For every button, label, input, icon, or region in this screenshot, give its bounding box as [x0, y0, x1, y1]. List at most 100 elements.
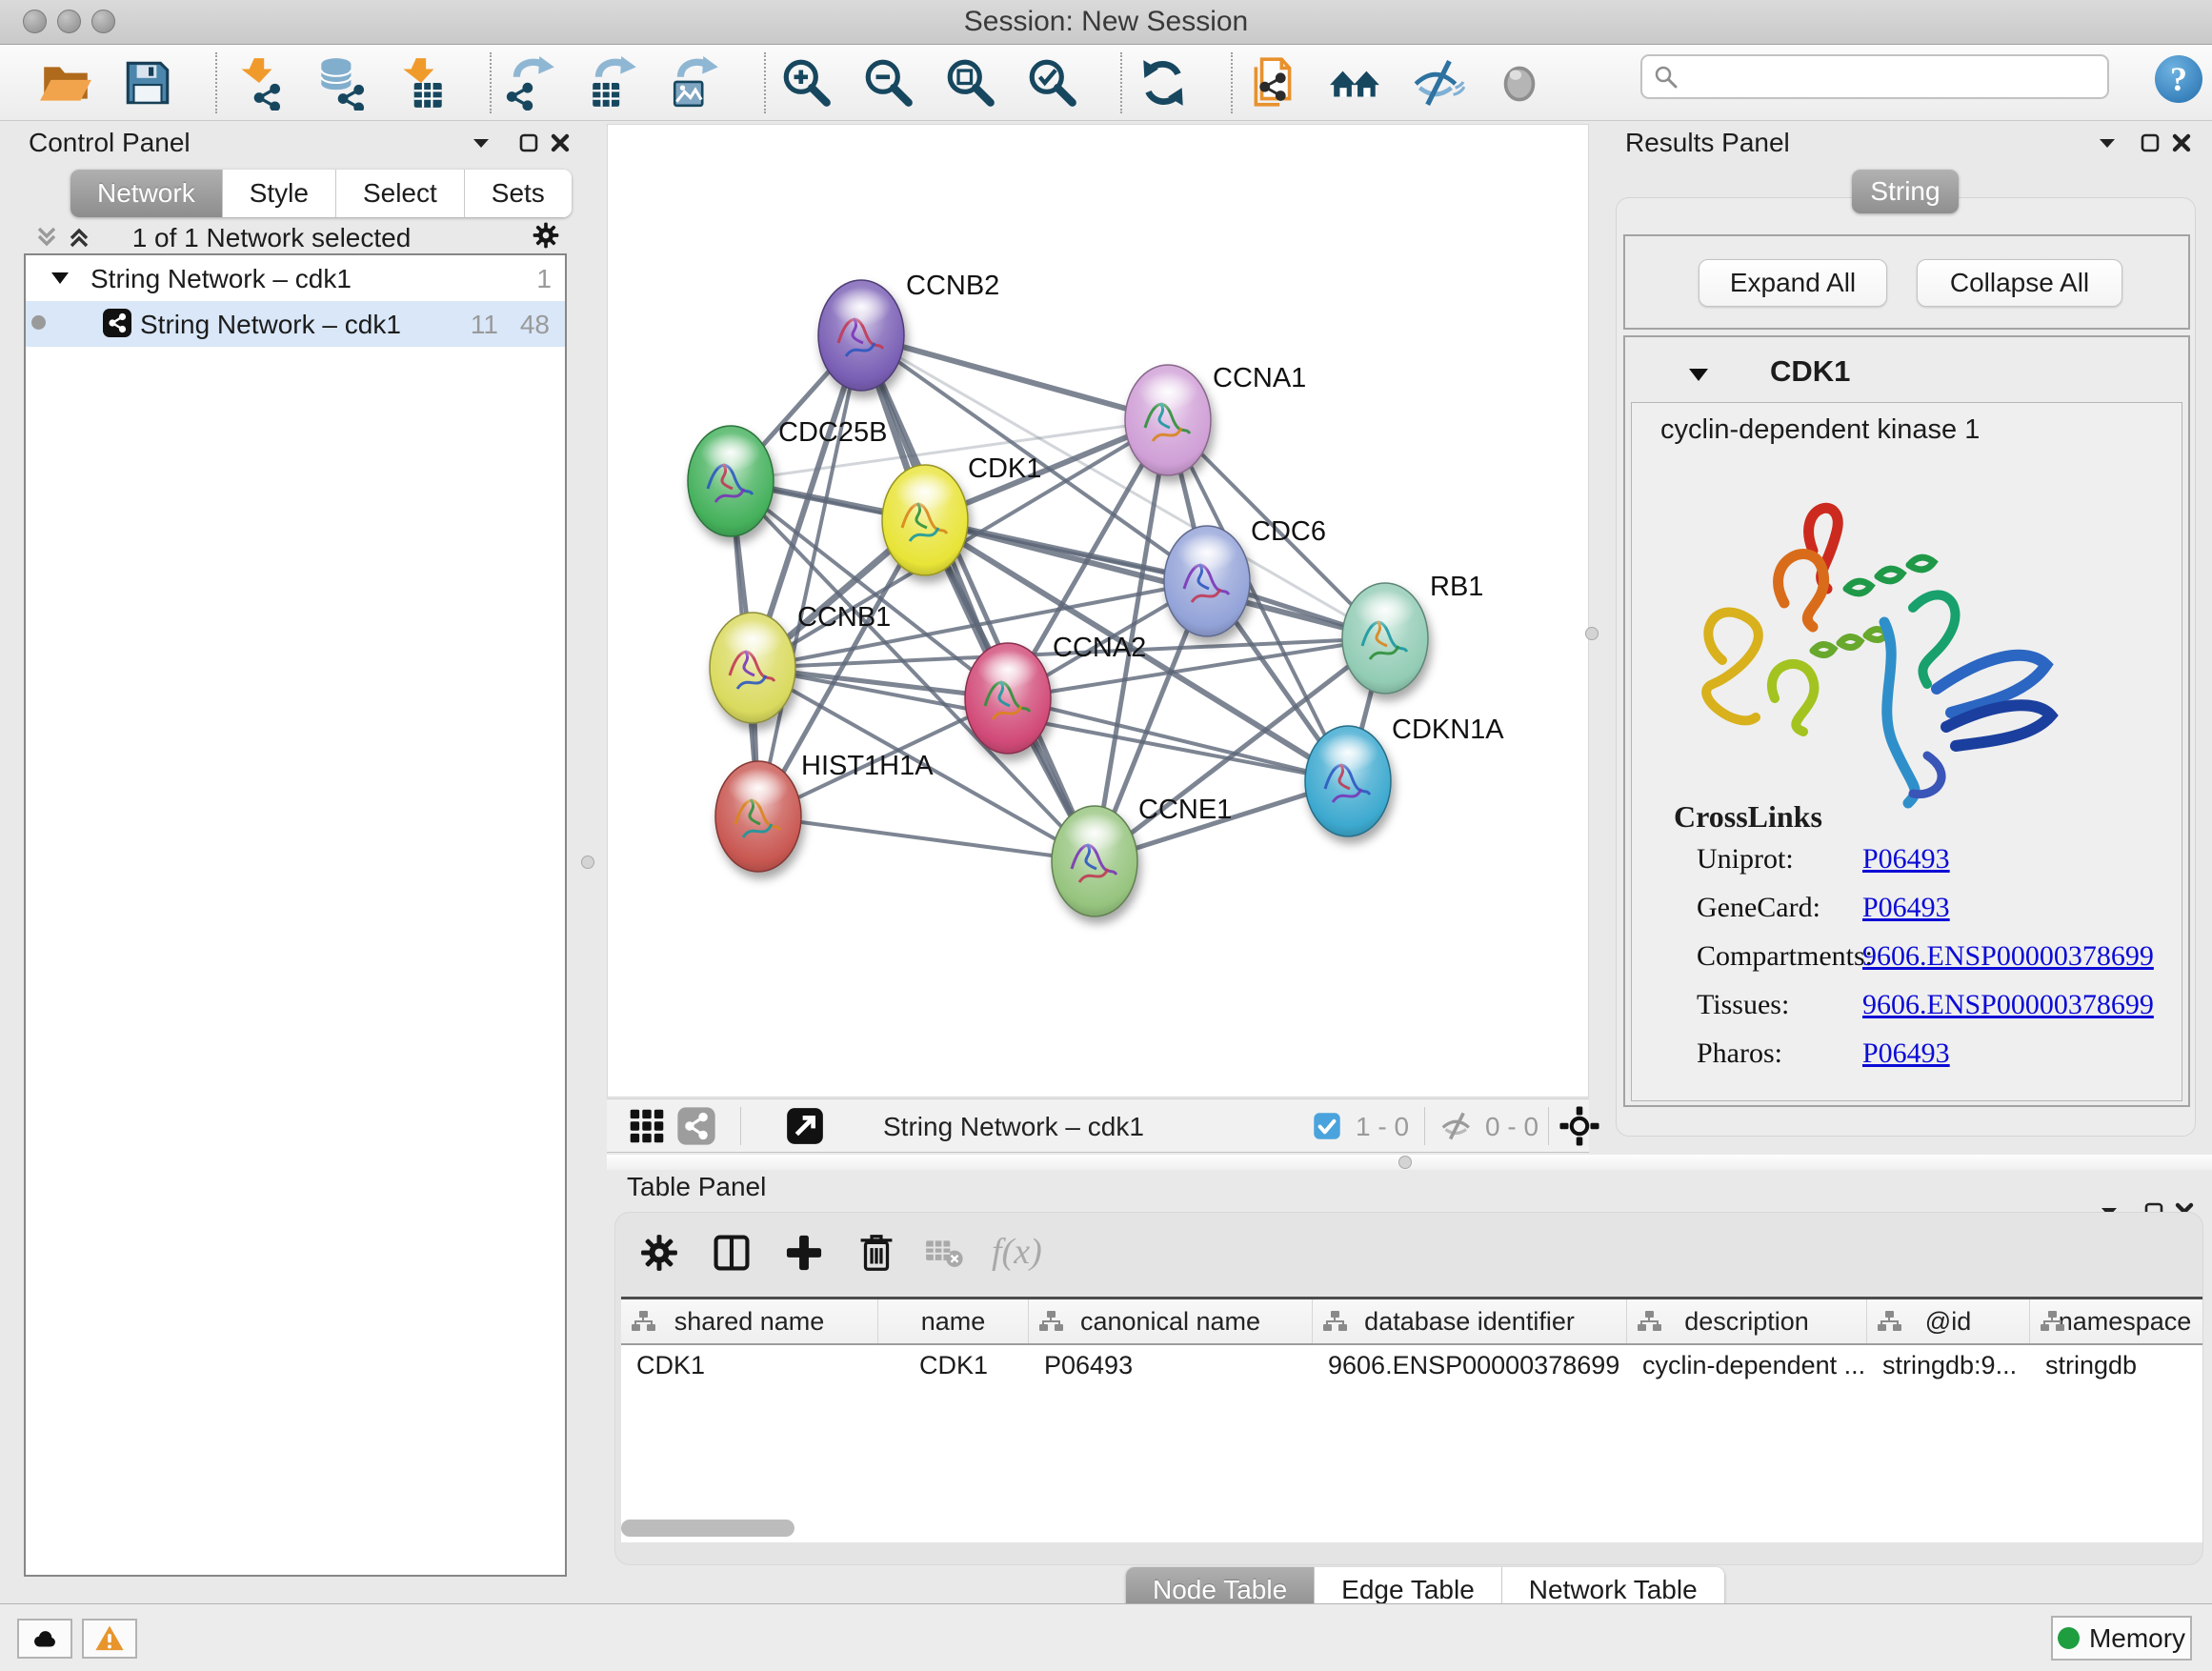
zoom-fit-icon[interactable]: [943, 55, 998, 111]
hidden-eye-icon[interactable]: [1438, 1107, 1476, 1145]
table-cell[interactable]: cyclin-dependent ...: [1627, 1347, 1867, 1385]
table-cell[interactable]: CDK1: [878, 1347, 1029, 1385]
network-node-CDC6[interactable]: [1164, 526, 1250, 636]
network-node-CDC25B[interactable]: [688, 426, 774, 536]
network-node-CCNB2[interactable]: [818, 280, 904, 391]
entry-gene-name: CDK1: [1770, 354, 1850, 389]
cloud-status-button[interactable]: [17, 1619, 72, 1659]
zoom-out-icon[interactable]: [861, 55, 916, 111]
search-box[interactable]: [1640, 54, 2109, 99]
column-header-database-identifier[interactable]: database identifier: [1313, 1299, 1627, 1343]
crosslink-value-link[interactable]: 9606.ENSP00000378699: [1862, 989, 2154, 1021]
results-panel-minimize-icon[interactable]: [2097, 133, 2118, 154]
network-node-CCNE1[interactable]: [1052, 806, 1137, 916]
entry-collapse-icon[interactable]: [1687, 366, 1710, 383]
network-row-selected[interactable]: String Network – cdk1 11 48: [26, 301, 565, 347]
network-edge[interactable]: [861, 335, 1095, 861]
add-column-icon[interactable]: [782, 1231, 826, 1275]
network-node-CCNA2[interactable]: [965, 643, 1051, 754]
network-collection-row[interactable]: String Network – cdk1 1: [26, 255, 565, 301]
network-edge[interactable]: [861, 335, 1168, 420]
network-node-CDK1[interactable]: [882, 465, 968, 575]
refresh-view-icon[interactable]: [1136, 55, 1191, 111]
network-canvas[interactable]: CCNB2CCNA1CDC25BCDK1CDC6RB1CCNB1CCNA2CDK…: [607, 124, 1589, 1097]
tab-sets[interactable]: Sets: [465, 170, 572, 217]
open-session-icon[interactable]: [38, 55, 93, 111]
column-header-description[interactable]: description: [1627, 1299, 1867, 1343]
delete-table-icon[interactable]: [923, 1231, 965, 1275]
table-cell[interactable]: stringdb:9...: [1867, 1347, 2030, 1385]
crosslink-value-link[interactable]: 9606.ENSP00000378699: [1862, 940, 2154, 973]
tree-expand-icon[interactable]: [50, 270, 70, 287]
network-node-CCNB1[interactable]: [710, 613, 795, 723]
crosslink-value-link[interactable]: P06493: [1862, 843, 1950, 876]
network-edge[interactable]: [758, 816, 1095, 861]
zoom-in-icon[interactable]: [779, 55, 835, 111]
table-cell[interactable]: stringdb: [2030, 1347, 2202, 1385]
column-header-canonical-name[interactable]: canonical name: [1029, 1299, 1313, 1343]
help-icon[interactable]: ?: [2152, 52, 2205, 106]
share-network-icon[interactable]: [675, 1105, 717, 1147]
share-session-icon[interactable]: [1246, 55, 1301, 111]
tab-network[interactable]: Network: [70, 170, 223, 217]
network-node-HIST1H1A[interactable]: [715, 761, 801, 872]
import-network-database-icon[interactable]: [312, 55, 368, 111]
show-graphics-details-icon[interactable]: [1492, 55, 1547, 111]
hide-graphics-details-icon[interactable]: [1410, 55, 1465, 111]
network-edge[interactable]: [758, 335, 861, 816]
column-header-namespace[interactable]: namespace: [2030, 1299, 2202, 1343]
expand-all-button[interactable]: Expand All: [1699, 259, 1887, 307]
network-collection-count: 1: [536, 264, 552, 294]
column-type-icon: [1637, 1309, 1661, 1334]
collapse-all-button[interactable]: Collapse All: [1917, 259, 2122, 307]
memory-button[interactable]: Memory: [2051, 1616, 2192, 1661]
import-table-icon[interactable]: [394, 55, 450, 111]
delete-column-icon[interactable]: [855, 1231, 898, 1275]
results-panel-float-icon[interactable]: [2140, 132, 2161, 153]
crosslink-value-link[interactable]: P06493: [1862, 892, 1950, 924]
network-node-CDKN1A[interactable]: [1305, 726, 1391, 836]
network-options-gear-icon[interactable]: [530, 219, 562, 252]
control-panel-float-icon[interactable]: [518, 132, 539, 153]
table-cell[interactable]: P06493: [1029, 1347, 1313, 1385]
zoom-selected-icon[interactable]: [1025, 55, 1080, 111]
export-table-icon[interactable]: [587, 55, 642, 111]
control-panel-minimize-icon[interactable]: [471, 133, 492, 154]
control-panel-close-icon[interactable]: [550, 132, 571, 153]
crosslink-value-link[interactable]: P06493: [1862, 1037, 1950, 1070]
birdseye-view-icon[interactable]: [784, 1105, 826, 1147]
selected-checkbox-icon[interactable]: [1312, 1111, 1342, 1141]
table-row[interactable]: CDK1CDK1P064939606.ENSP00000378699cyclin…: [621, 1347, 2202, 1385]
table-cell[interactable]: 9606.ENSP00000378699: [1313, 1347, 1627, 1385]
show-columns-icon[interactable]: [710, 1231, 754, 1275]
import-network-file-icon[interactable]: [231, 55, 286, 111]
search-input[interactable]: [1686, 61, 2096, 92]
node-table[interactable]: shared namenamecanonical namedatabase id…: [621, 1297, 2202, 1542]
results-panel-close-icon[interactable]: [2171, 132, 2192, 153]
grid-view-icon[interactable]: [626, 1105, 668, 1147]
network-graph[interactable]: CCNB2CCNA1CDC25BCDK1CDC6RB1CCNB1CCNA2CDK…: [608, 125, 1588, 1097]
save-session-icon[interactable]: [120, 55, 175, 111]
export-network-icon[interactable]: [505, 55, 560, 111]
network-collection-label: String Network – cdk1: [90, 264, 352, 294]
tab-style[interactable]: Style: [223, 170, 336, 217]
fit-crosshair-icon[interactable]: [1558, 1104, 1601, 1148]
warning-status-button[interactable]: [82, 1619, 137, 1659]
titlebar[interactable]: Session: New Session: [0, 0, 2212, 45]
settings-gear-icon[interactable]: [637, 1231, 681, 1275]
table-cell[interactable]: CDK1: [621, 1347, 878, 1385]
cybrowser-home-icon[interactable]: [1328, 55, 1383, 111]
right-splitter-handle[interactable]: [1585, 627, 1599, 640]
column-header--id[interactable]: @id: [1867, 1299, 2030, 1343]
horizontal-splitter-handle[interactable]: [1398, 1156, 1412, 1169]
network-node-CCNA1[interactable]: [1125, 365, 1211, 475]
left-splitter-handle[interactable]: [581, 856, 594, 869]
horizontal-scrollbar[interactable]: [621, 1520, 794, 1537]
export-image-icon[interactable]: [669, 55, 724, 111]
tab-string[interactable]: String: [1852, 170, 1959, 213]
network-node-RB1[interactable]: [1342, 583, 1428, 694]
column-header-name[interactable]: name: [878, 1299, 1029, 1343]
column-header-shared-name[interactable]: shared name: [621, 1299, 878, 1343]
tab-select[interactable]: Select: [336, 170, 465, 217]
horizontal-splitter[interactable]: [607, 1155, 2212, 1170]
